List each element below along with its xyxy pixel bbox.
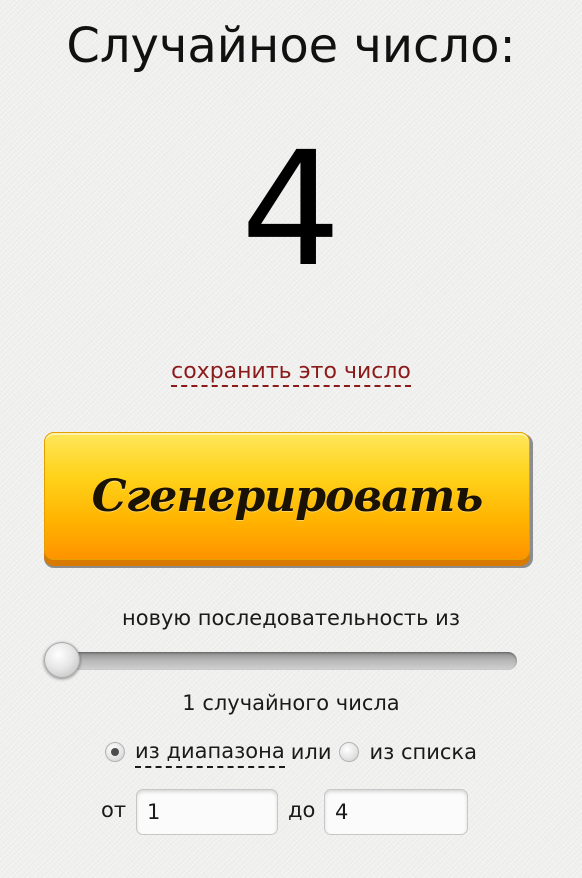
source-mode-row: из диапазона или из списка (0, 736, 582, 768)
save-number-container: сохранить это число (0, 356, 582, 388)
range-radio[interactable] (105, 742, 125, 762)
count-slider-track[interactable] (48, 652, 517, 670)
page-title: Случайное число: (66, 18, 516, 74)
range-option-label[interactable]: из диапазона (135, 736, 285, 768)
sequence-label: новую последовательность из (122, 606, 460, 630)
save-number-link[interactable]: сохранить это число (171, 359, 411, 387)
random-number-result: 4 (240, 118, 342, 302)
count-label: 1 случайного числа (182, 691, 400, 715)
to-label: до (288, 798, 316, 822)
range-from-input[interactable] (136, 789, 278, 835)
generate-button-label: Сгенерировать (91, 470, 484, 522)
generate-button[interactable]: Сгенерировать (44, 432, 530, 560)
or-label: или (290, 740, 332, 764)
count-slider-handle[interactable] (44, 642, 80, 678)
range-to-input[interactable] (324, 789, 468, 835)
list-option-label[interactable]: из списка (369, 737, 477, 767)
from-label: от (101, 798, 127, 822)
list-radio[interactable] (339, 742, 360, 762)
